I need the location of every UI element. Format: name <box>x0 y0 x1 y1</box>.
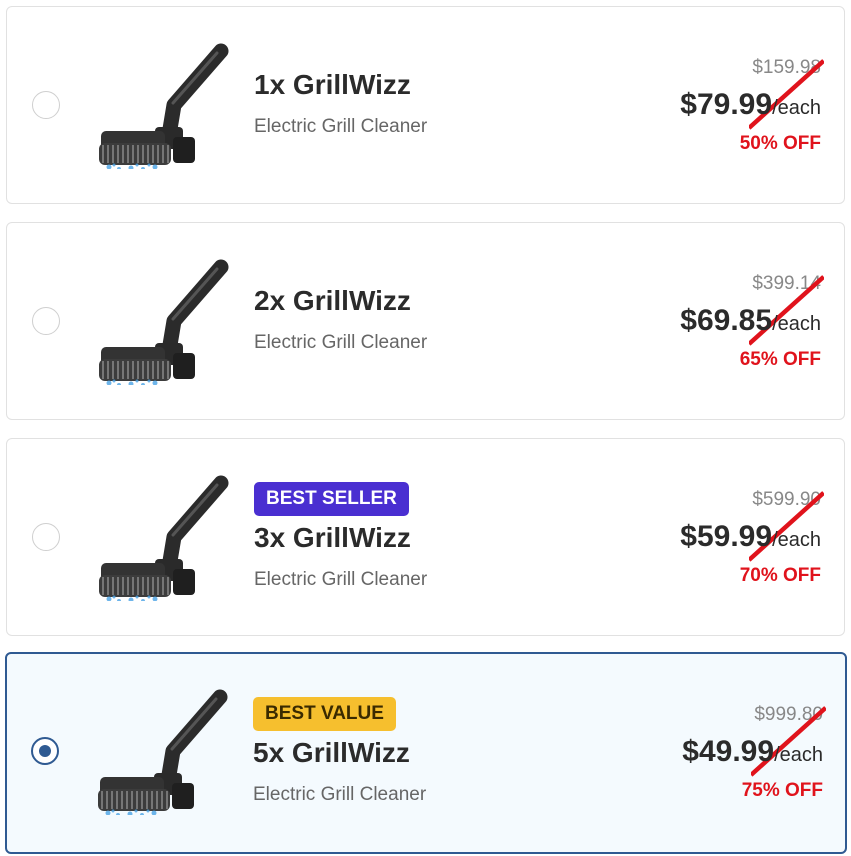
price-unit: /each <box>772 313 821 335</box>
radio-button[interactable] <box>32 523 60 551</box>
price-unit: /each <box>772 529 821 551</box>
discount-label: 50% OFF <box>739 133 821 154</box>
original-price-text: $599.90 <box>752 489 821 510</box>
offer-subtitle: Electric Grill Cleaner <box>254 332 428 353</box>
original-price: $999.80 <box>751 704 826 777</box>
offer-info: BEST VALUE 5x GrillWizz Electric Grill C… <box>253 654 553 852</box>
offer-card-5x[interactable]: BEST VALUE 5x GrillWizz Electric Grill C… <box>5 652 847 854</box>
radio-button[interactable] <box>32 307 60 335</box>
price-line: $49.99/each <box>682 735 823 769</box>
sale-price: $59.99 <box>680 520 773 553</box>
discount-label: 65% OFF <box>739 349 821 370</box>
grill-cleaner-product-image <box>89 255 229 385</box>
offer-name: 1x GrillWizz <box>254 69 411 100</box>
offer-info: BEST SELLER 3x GrillWizz Electric Grill … <box>254 439 554 635</box>
original-price-text: $999.80 <box>754 704 823 725</box>
price-block: $599.90 $59.99/each 70% OFF <box>601 439 824 635</box>
price-line: $59.99/each <box>680 520 821 554</box>
price-line: $69.85/each <box>680 304 821 338</box>
discount-label: 75% OFF <box>741 780 823 801</box>
price-block: $399.14 $69.85/each 65% OFF <box>601 223 824 419</box>
offer-info: 1x GrillWizz Electric Grill Cleaner <box>254 7 554 203</box>
offer-card-2x[interactable]: 2x GrillWizz Electric Grill Cleaner $399… <box>6 222 845 420</box>
grill-cleaner-product-image <box>88 685 228 815</box>
price-block: $999.80 $49.99/each 75% OFF <box>603 654 826 852</box>
discount-label: 70% OFF <box>739 565 821 586</box>
grill-cleaner-product-image <box>89 39 229 169</box>
original-price: $599.90 <box>749 489 824 562</box>
offer-name: 2x GrillWizz <box>254 285 411 316</box>
grill-cleaner-product-image <box>89 471 229 601</box>
price-unit: /each <box>774 744 823 766</box>
radio-button[interactable] <box>32 91 60 119</box>
offer-info: 2x GrillWizz Electric Grill Cleaner <box>254 223 554 419</box>
offer-subtitle: Electric Grill Cleaner <box>254 569 428 590</box>
best-value-badge: BEST VALUE <box>253 697 396 731</box>
original-price: $399.14 <box>749 273 824 346</box>
offer-subtitle: Electric Grill Cleaner <box>253 784 427 805</box>
sale-price: $79.99 <box>680 88 773 121</box>
price-line: $79.99/each <box>680 88 821 122</box>
offer-subtitle: Electric Grill Cleaner <box>254 116 428 137</box>
price-block: $159.98 $79.99/each 50% OFF <box>601 7 824 203</box>
price-unit: /each <box>772 97 821 119</box>
radio-button-selected[interactable] <box>31 737 59 765</box>
original-price-text: $159.98 <box>752 57 821 78</box>
offer-name: 5x GrillWizz <box>253 737 410 768</box>
original-price-text: $399.14 <box>752 273 821 294</box>
best-seller-badge: BEST SELLER <box>254 482 409 516</box>
offer-card-3x[interactable]: BEST SELLER 3x GrillWizz Electric Grill … <box>6 438 845 636</box>
sale-price: $69.85 <box>680 304 773 337</box>
sale-price: $49.99 <box>682 735 775 768</box>
original-price: $159.98 <box>749 57 824 130</box>
offer-name: 3x GrillWizz <box>254 522 411 553</box>
offer-card-1x[interactable]: 1x GrillWizz Electric Grill Cleaner $159… <box>6 6 845 204</box>
